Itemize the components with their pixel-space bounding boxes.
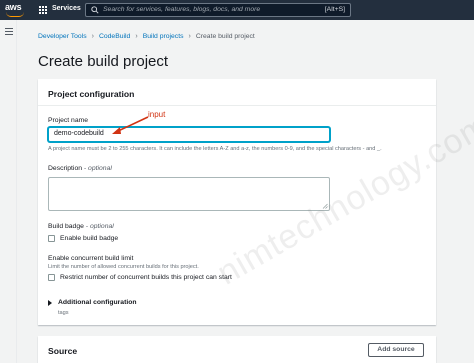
chevron-right-icon: › <box>135 33 138 40</box>
enable-build-badge-checkbox-row[interactable]: Enable build badge <box>48 235 118 242</box>
breadcrumb-developer-tools[interactable]: Developer Tools <box>38 33 87 40</box>
breadcrumb: Developer Tools › CodeBuild › Build proj… <box>38 33 255 40</box>
additional-configuration-sub: tags <box>58 310 69 316</box>
breadcrumb-codebuild[interactable]: CodeBuild <box>99 33 130 40</box>
description-label-text: Description <box>48 165 82 172</box>
top-nav-bar: aws Services Search for services, featur… <box>0 0 474 20</box>
chevron-right-icon: › <box>91 33 94 40</box>
hamburger-menu-icon[interactable] <box>5 28 13 35</box>
panel-title: Project configuration <box>48 89 135 99</box>
search-shortcut: [Alt+S] <box>324 6 345 13</box>
restrict-concurrent-checkbox-row[interactable]: Restrict number of concurrent builds thi… <box>48 274 232 281</box>
services-menu[interactable]: Services <box>52 5 81 12</box>
aws-smile-icon <box>6 12 24 17</box>
breadcrumb-build-projects[interactable]: Build projects <box>143 33 184 40</box>
resize-handle-icon[interactable] <box>322 203 328 209</box>
search-input[interactable]: Search for services, features, blogs, do… <box>85 3 351 17</box>
optional-marker: - optional <box>85 223 114 230</box>
project-name-value: demo-codebuild <box>54 130 104 137</box>
sidebar <box>0 20 17 363</box>
additional-configuration-toggle[interactable]: Additional configuration <box>48 299 137 306</box>
chevron-right-icon: › <box>188 33 191 40</box>
source-title: Source <box>48 346 78 356</box>
description-textarea[interactable] <box>48 177 330 211</box>
project-name-input[interactable]: demo-codebuild <box>48 127 330 142</box>
concurrent-limit-label: Enable concurrent build limit <box>48 255 134 262</box>
page-title: Create build project <box>38 53 169 70</box>
additional-configuration-label: Additional configuration <box>58 299 137 306</box>
project-name-hint: A project name must be 2 to 255 characte… <box>48 146 382 152</box>
description-label: Description - optional <box>48 165 112 172</box>
build-badge-label-text: Build badge <box>48 223 84 230</box>
aws-logo-text: aws <box>5 2 22 12</box>
enable-build-badge-label: Enable build badge <box>60 235 119 242</box>
project-name-label: Project name <box>48 117 89 124</box>
services-grid-icon[interactable] <box>39 6 47 14</box>
restrict-concurrent-checkbox[interactable] <box>48 274 55 281</box>
aws-logo[interactable]: aws <box>5 2 27 18</box>
caret-right-icon <box>48 299 52 306</box>
optional-marker: - optional <box>83 165 112 172</box>
enable-build-badge-checkbox[interactable] <box>48 235 55 242</box>
optional-text: optional <box>88 165 112 172</box>
build-badge-label: Build badge - optional <box>48 223 114 230</box>
concurrent-limit-hint: Limit the number of allowed concurrent b… <box>48 264 199 270</box>
search-placeholder: Search for services, features, blogs, do… <box>103 6 261 13</box>
annotation-arrow-icon <box>112 116 149 134</box>
project-configuration-panel: Project configuration Project name demo-… <box>38 79 436 325</box>
restrict-concurrent-label: Restrict number of concurrent builds thi… <box>60 274 232 281</box>
breadcrumb-current: Create build project <box>195 33 255 40</box>
source-panel: Source Add source <box>38 336 436 363</box>
search-icon <box>91 6 99 14</box>
optional-text: optional <box>89 223 114 230</box>
panel-header: Project configuration <box>38 79 436 106</box>
add-source-button[interactable]: Add source <box>368 343 424 357</box>
